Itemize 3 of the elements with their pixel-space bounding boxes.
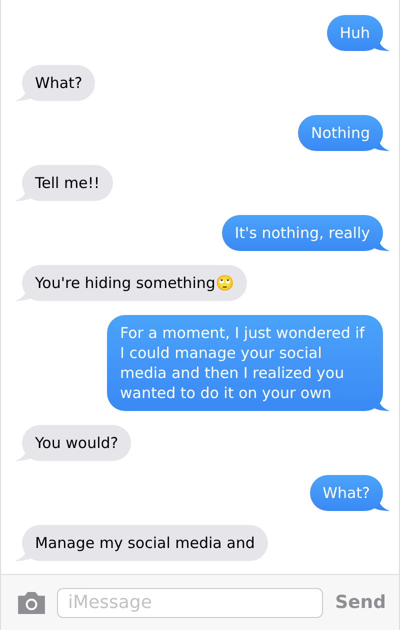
camera-icon[interactable] <box>16 591 47 614</box>
message-input[interactable]: iMessage <box>57 588 324 618</box>
send-button[interactable]: Send <box>333 592 386 613</box>
